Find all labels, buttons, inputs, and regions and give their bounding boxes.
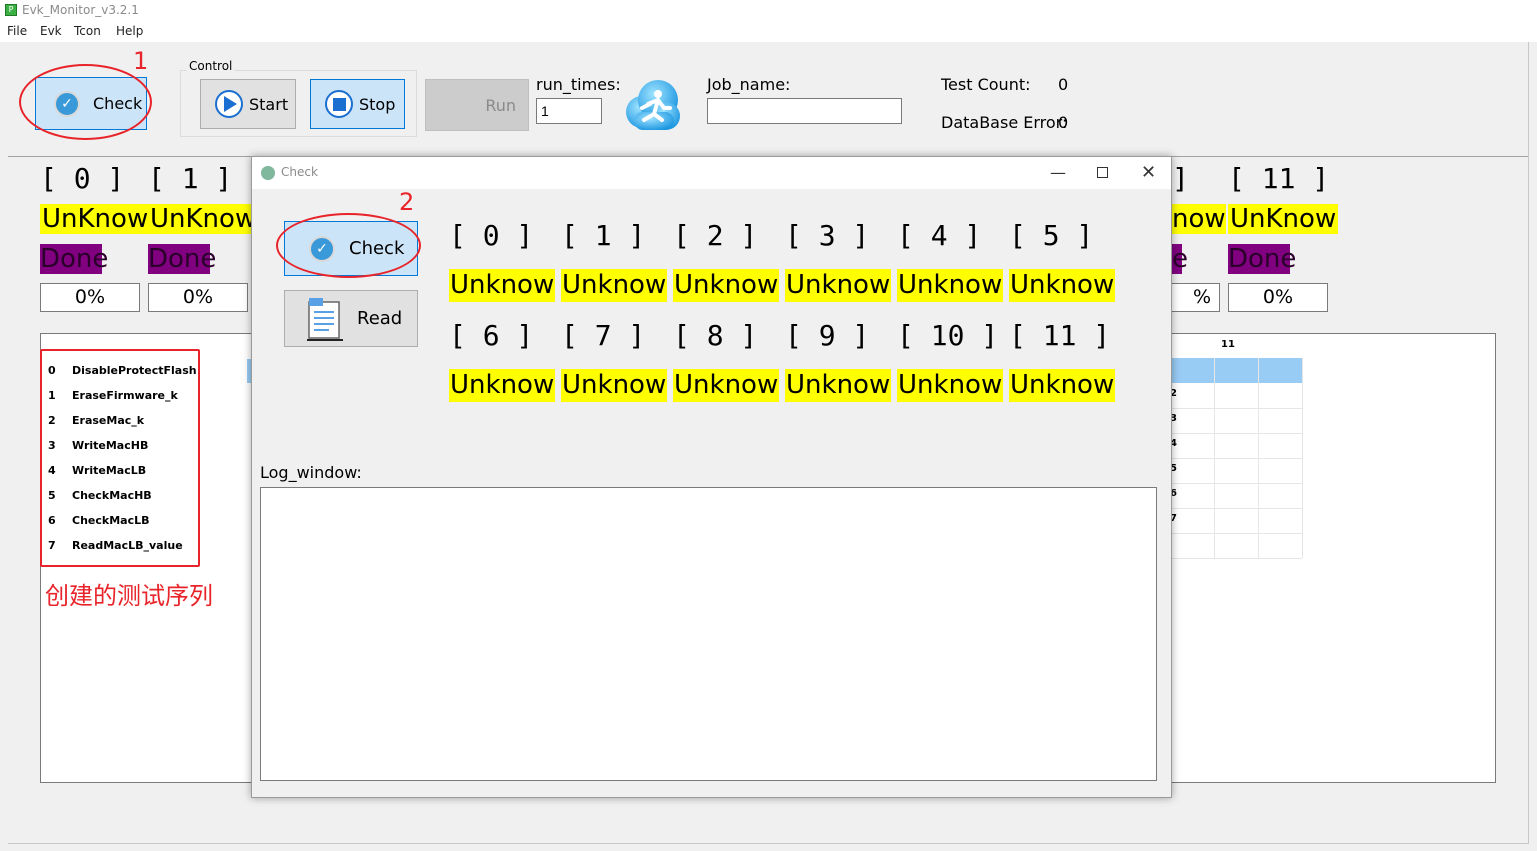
grid-divider <box>1170 433 1302 434</box>
slot-11-status: Unknow <box>1009 369 1116 402</box>
run-times-input[interactable] <box>536 98 602 124</box>
grid-divider <box>1170 558 1302 559</box>
channel-11-header: [ 11 ] <box>1228 162 1330 195</box>
grid-divider <box>1302 358 1303 558</box>
menu-file[interactable]: File <box>7 24 27 38</box>
title-bar <box>0 0 1537 22</box>
slot-3-status: Unknow <box>785 269 892 302</box>
dialog-app-icon <box>261 166 275 180</box>
slot-8-header: [ 8 ] <box>673 319 758 352</box>
channel-10-status: now <box>1172 204 1226 234</box>
annotation-ellipse-2 <box>276 213 421 278</box>
dialog-read-label: Read <box>357 308 403 329</box>
slot-10-header: [ 10 ] <box>897 319 999 352</box>
window-border <box>1528 42 1529 844</box>
channel-10-header: ] <box>1172 162 1189 195</box>
annotation-ellipse-1 <box>19 64 152 140</box>
channel-0-header: [ 0 ] <box>40 162 125 195</box>
close-icon[interactable]: ✕ <box>1141 162 1156 183</box>
annotation-number-2: 2 <box>399 188 415 216</box>
slot-4-header: [ 4 ] <box>897 219 982 252</box>
start-button-label: Start <box>249 94 289 114</box>
run-button[interactable]: Run <box>425 79 529 131</box>
job-name-input[interactable] <box>707 98 902 124</box>
log-window-label: Log_window: <box>260 463 362 482</box>
slot-7-status: Unknow <box>561 369 668 402</box>
document-icon <box>305 296 345 342</box>
slot-2-status: Unknow <box>673 269 780 302</box>
start-button[interactable]: Start <box>200 79 296 129</box>
dialog-title-bar <box>252 157 1171 189</box>
slot-3-header: [ 3 ] <box>785 219 870 252</box>
channel-11-state: Done <box>1228 244 1297 274</box>
window-title: Evk_Monitor_v3.2.1 <box>22 3 139 17</box>
channel-11-progress: 0% <box>1228 283 1328 312</box>
channel-1-header: [ 1 ] <box>148 162 233 195</box>
menu-evk[interactable]: Evk <box>40 24 62 38</box>
channel-11-status: UnKnow <box>1228 204 1339 234</box>
slot-0-status: Unknow <box>449 269 556 302</box>
slot-5-header: [ 5 ] <box>1009 219 1094 252</box>
app-icon: P <box>5 4 17 16</box>
slot-2-header: [ 2 ] <box>673 219 758 252</box>
slot-9-header: [ 9 ] <box>785 319 870 352</box>
stop-button-label: Stop <box>359 94 396 114</box>
slot-5-status: Unknow <box>1009 269 1116 302</box>
slot-8-status: Unknow <box>673 369 780 402</box>
slot-10-status: Unknow <box>897 369 1004 402</box>
grid-selected-row[interactable] <box>1170 358 1302 383</box>
database-error-label: DataBase Error: <box>941 113 1068 132</box>
run-button-label: Run <box>485 95 516 115</box>
grid-divider <box>1170 533 1302 534</box>
channel-1-status: UnKnow <box>148 204 259 234</box>
slot-4-status: Unknow <box>897 269 1004 302</box>
test-count-value: 0 <box>1058 75 1069 94</box>
test-count-label: Test Count: <box>941 75 1031 94</box>
slot-7-header: [ 7 ] <box>561 319 646 352</box>
channel-10-state: e <box>1172 244 1188 274</box>
database-error-value: 0 <box>1058 113 1069 132</box>
grid-divider <box>1170 458 1302 459</box>
dialog-title: Check <box>281 165 318 179</box>
menu-bar <box>0 22 1537 42</box>
channel-0-state: Done <box>40 244 109 274</box>
slot-11-header: [ 11 ] <box>1009 319 1111 352</box>
channel-1-state: Done <box>148 244 217 274</box>
menu-help[interactable]: Help <box>116 24 143 38</box>
run-times-label: run_times: <box>536 75 621 94</box>
slot-6-header: [ 6 ] <box>449 319 534 352</box>
grid-divider <box>1170 483 1302 484</box>
minimize-icon[interactable]: — <box>1050 163 1066 182</box>
dialog-read-button[interactable]: Read <box>284 290 418 347</box>
runner-cloud-icon[interactable] <box>620 74 682 136</box>
grid-divider <box>1170 408 1302 409</box>
channel-0-status: UnKnow <box>40 204 151 234</box>
play-icon <box>215 90 243 118</box>
log-window-textarea[interactable] <box>260 487 1157 781</box>
slot-9-status: Unknow <box>785 369 892 402</box>
slot-1-header: [ 1 ] <box>561 219 646 252</box>
channel-10-progress: % <box>1164 283 1220 312</box>
stop-icon <box>325 90 353 118</box>
window-border <box>8 843 1528 844</box>
annotation-sequence-box <box>40 349 200 567</box>
grid-column-header: 11 <box>1221 339 1235 350</box>
control-group-label: Control <box>187 59 235 73</box>
slot-0-header: [ 0 ] <box>449 219 534 252</box>
annotation-sequence-note: 创建的测试序列 <box>45 582 213 610</box>
check-dialog: Check — ✕ ✓ Check 2 Read [ 0 ] [ 1 ] [ 2… <box>251 156 1172 798</box>
channel-0-progress: 0% <box>40 283 140 312</box>
annotation-number-1: 1 <box>133 47 149 75</box>
slot-6-status: Unknow <box>449 369 556 402</box>
channel-1-progress: 0% <box>148 283 248 312</box>
stop-button[interactable]: Stop <box>310 79 405 129</box>
job-name-label: Job_name: <box>707 75 791 94</box>
menu-tcon[interactable]: Tcon <box>74 24 101 38</box>
slot-1-status: Unknow <box>561 269 668 302</box>
grid-divider <box>1170 508 1302 509</box>
maximize-icon[interactable] <box>1097 167 1108 178</box>
